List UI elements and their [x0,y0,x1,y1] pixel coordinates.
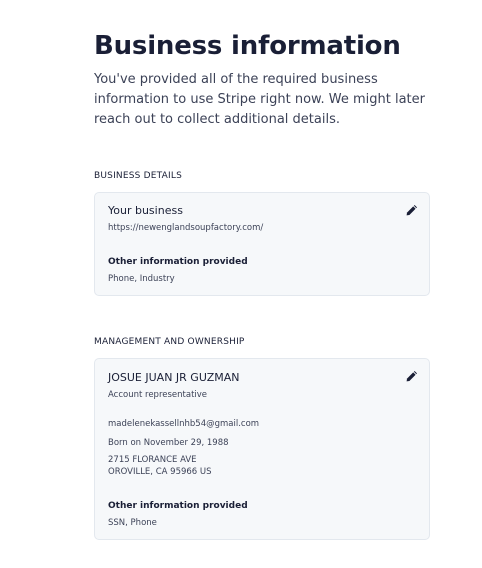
business-other-info-label: Other information provided [108,257,248,267]
person-birthdate: Born on November 29, 1988 [108,438,229,448]
address-line1: 2715 FLORANCE AVE [108,455,197,465]
business-information-page: Business information You've provided all… [0,0,482,568]
edit-business-button[interactable] [405,205,417,217]
person-email: madelenekassellnhb54@gmail.com [108,419,260,429]
address-line2: OROVILLE, CA 95966 US [108,467,212,477]
person-other-info-value: SSN, Phone [108,518,157,528]
management-card: JOSUE JUAN JR GUZMAN Account representat… [94,358,430,540]
edit-person-button[interactable] [405,371,417,383]
person-role: Account representative [108,390,208,400]
pencil-icon [406,205,417,216]
management-ownership-header: MANAGEMENT AND OWNERSHIP [94,337,245,347]
business-details-card: Your business https://newenglandsoupfact… [94,192,430,296]
your-business-title: Your business [108,204,183,217]
business-website: https://newenglandsoupfactory.com/ [108,223,264,233]
page-title: Business information [94,31,401,61]
pencil-icon [406,371,417,382]
business-other-info-value: Phone, Industry [108,274,175,284]
person-other-info-label: Other information provided [108,501,248,511]
business-details-header: BUSINESS DETAILS [94,171,182,181]
page-subtitle: You've provided all of the required busi… [94,72,425,127]
person-name: JOSUE JUAN JR GUZMAN [108,371,240,384]
